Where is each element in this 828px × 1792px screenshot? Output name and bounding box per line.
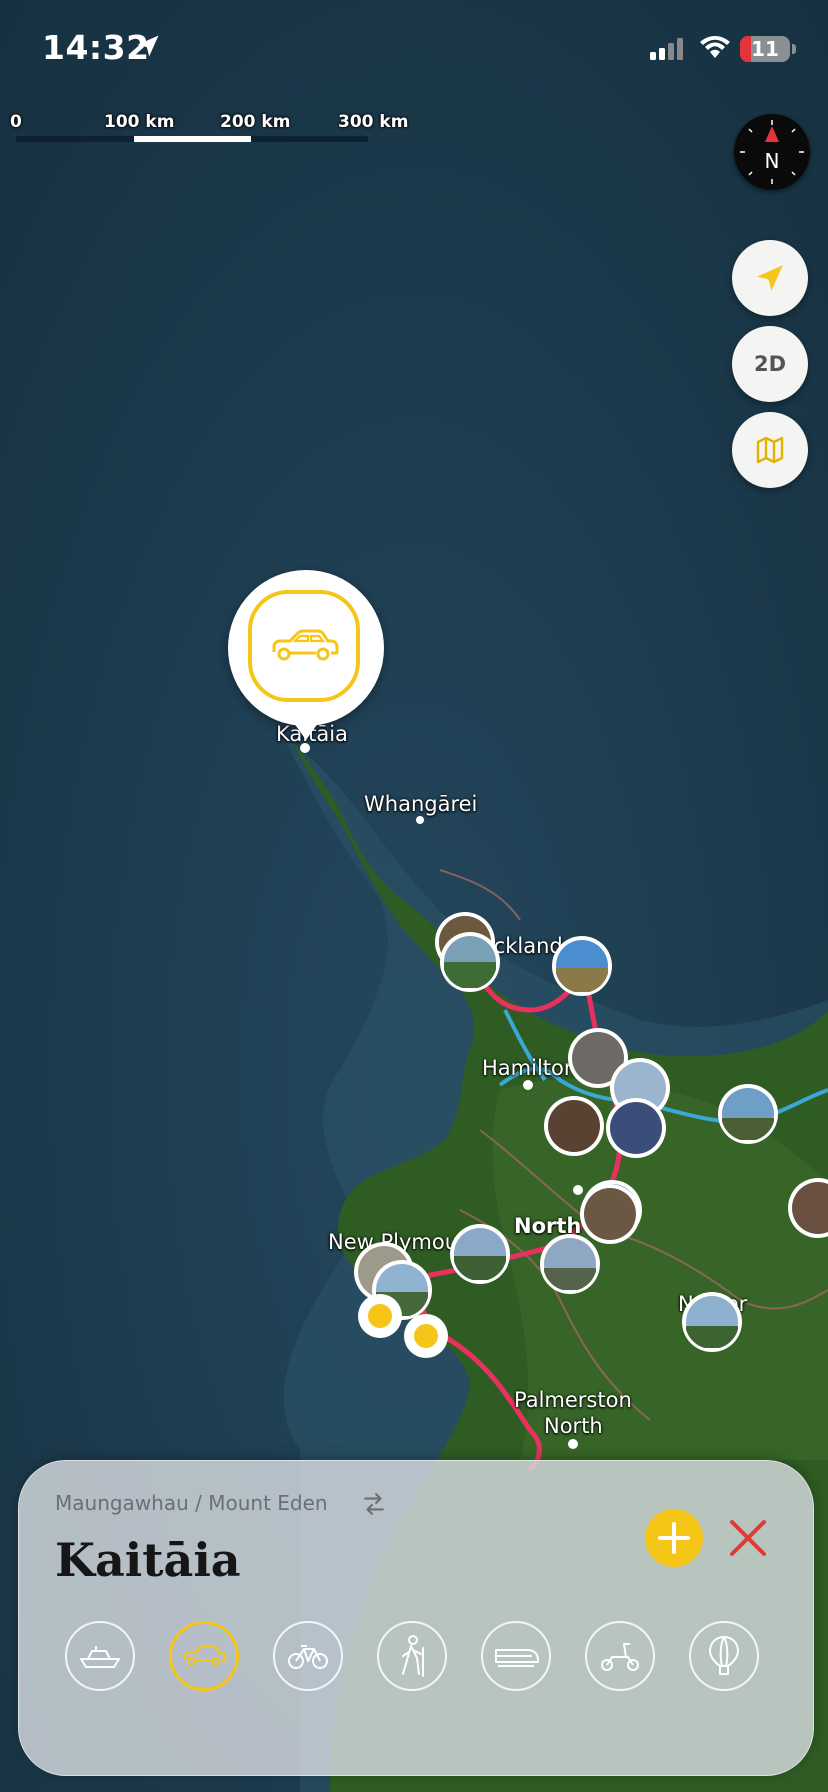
view-2d-toggle-button[interactable]: 2D <box>732 326 808 402</box>
swap-route-icon[interactable] <box>361 1491 387 1517</box>
map-style-button[interactable] <box>732 412 808 488</box>
scale-label-0: 0 <box>10 112 22 132</box>
wifi-icon <box>700 36 730 58</box>
status-bar: 14:32 11 <box>0 0 828 100</box>
trip-panel: Maungawhau / Mount Eden Kaitāia <box>18 1460 814 1776</box>
photo-marker[interactable] <box>606 1098 666 1158</box>
photo-marker[interactable] <box>544 1096 604 1156</box>
photo-marker[interactable] <box>788 1178 828 1238</box>
add-stop-button[interactable] <box>645 1509 703 1567</box>
view-toggle-label: 2D <box>753 352 787 376</box>
mode-bicycle-button[interactable] <box>273 1621 343 1691</box>
scooter-icon <box>601 1643 639 1671</box>
battery-tip <box>792 44 796 54</box>
scale-label-200: 200 km <box>220 112 291 132</box>
boat-icon <box>80 1646 120 1668</box>
scale-label-100: 100 km <box>104 112 175 132</box>
car-icon <box>183 1645 227 1666</box>
photo-marker[interactable] <box>580 1184 640 1244</box>
location-arrow-icon <box>757 265 783 291</box>
plus-icon <box>658 1522 690 1554</box>
scale-segment <box>134 136 251 142</box>
origin-label: Maungawhau / Mount Eden <box>55 1491 328 1515</box>
mode-hiking-button[interactable] <box>377 1621 447 1691</box>
mode-hot-air-balloon-button[interactable] <box>689 1621 759 1691</box>
cellular-signal-icon <box>650 38 683 60</box>
car-icon <box>248 590 360 702</box>
bicycle-icon <box>288 1645 328 1669</box>
destination-pin[interactable] <box>228 570 384 726</box>
train-icon <box>495 1649 539 1667</box>
scale-label-300: 300 km <box>338 112 409 132</box>
stop-marker[interactable] <box>358 1294 402 1338</box>
photo-marker[interactable] <box>440 932 500 992</box>
battery-percentage: 11 <box>751 37 779 61</box>
destination-title: Kaitāia <box>55 1533 241 1587</box>
hot-air-balloon-icon <box>709 1636 739 1675</box>
map-scale-bar: 0 100 km 200 km 300 km <box>0 110 420 150</box>
photo-marker[interactable] <box>682 1292 742 1352</box>
photo-marker[interactable] <box>552 936 612 996</box>
locate-me-button[interactable] <box>732 240 808 316</box>
close-icon <box>730 1520 766 1556</box>
mode-boat-button[interactable] <box>65 1621 135 1691</box>
location-arrow-icon <box>137 35 159 57</box>
stop-marker[interactable] <box>404 1314 448 1358</box>
mode-car-button[interactable] <box>169 1621 239 1691</box>
photo-marker[interactable] <box>450 1224 510 1284</box>
mode-train-button[interactable] <box>481 1621 551 1691</box>
photo-marker[interactable] <box>540 1234 600 1294</box>
compass-button[interactable]: N <box>734 114 810 190</box>
hiking-icon <box>402 1635 424 1677</box>
mode-scooter-button[interactable] <box>585 1621 655 1691</box>
close-button[interactable] <box>719 1509 777 1567</box>
map-icon <box>756 436 784 464</box>
battery-indicator: 11 <box>740 36 790 62</box>
destination-pin-tail <box>289 716 323 740</box>
compass-letter: N <box>765 149 780 173</box>
photo-marker[interactable] <box>718 1084 778 1144</box>
compass-icon: N <box>740 120 804 184</box>
